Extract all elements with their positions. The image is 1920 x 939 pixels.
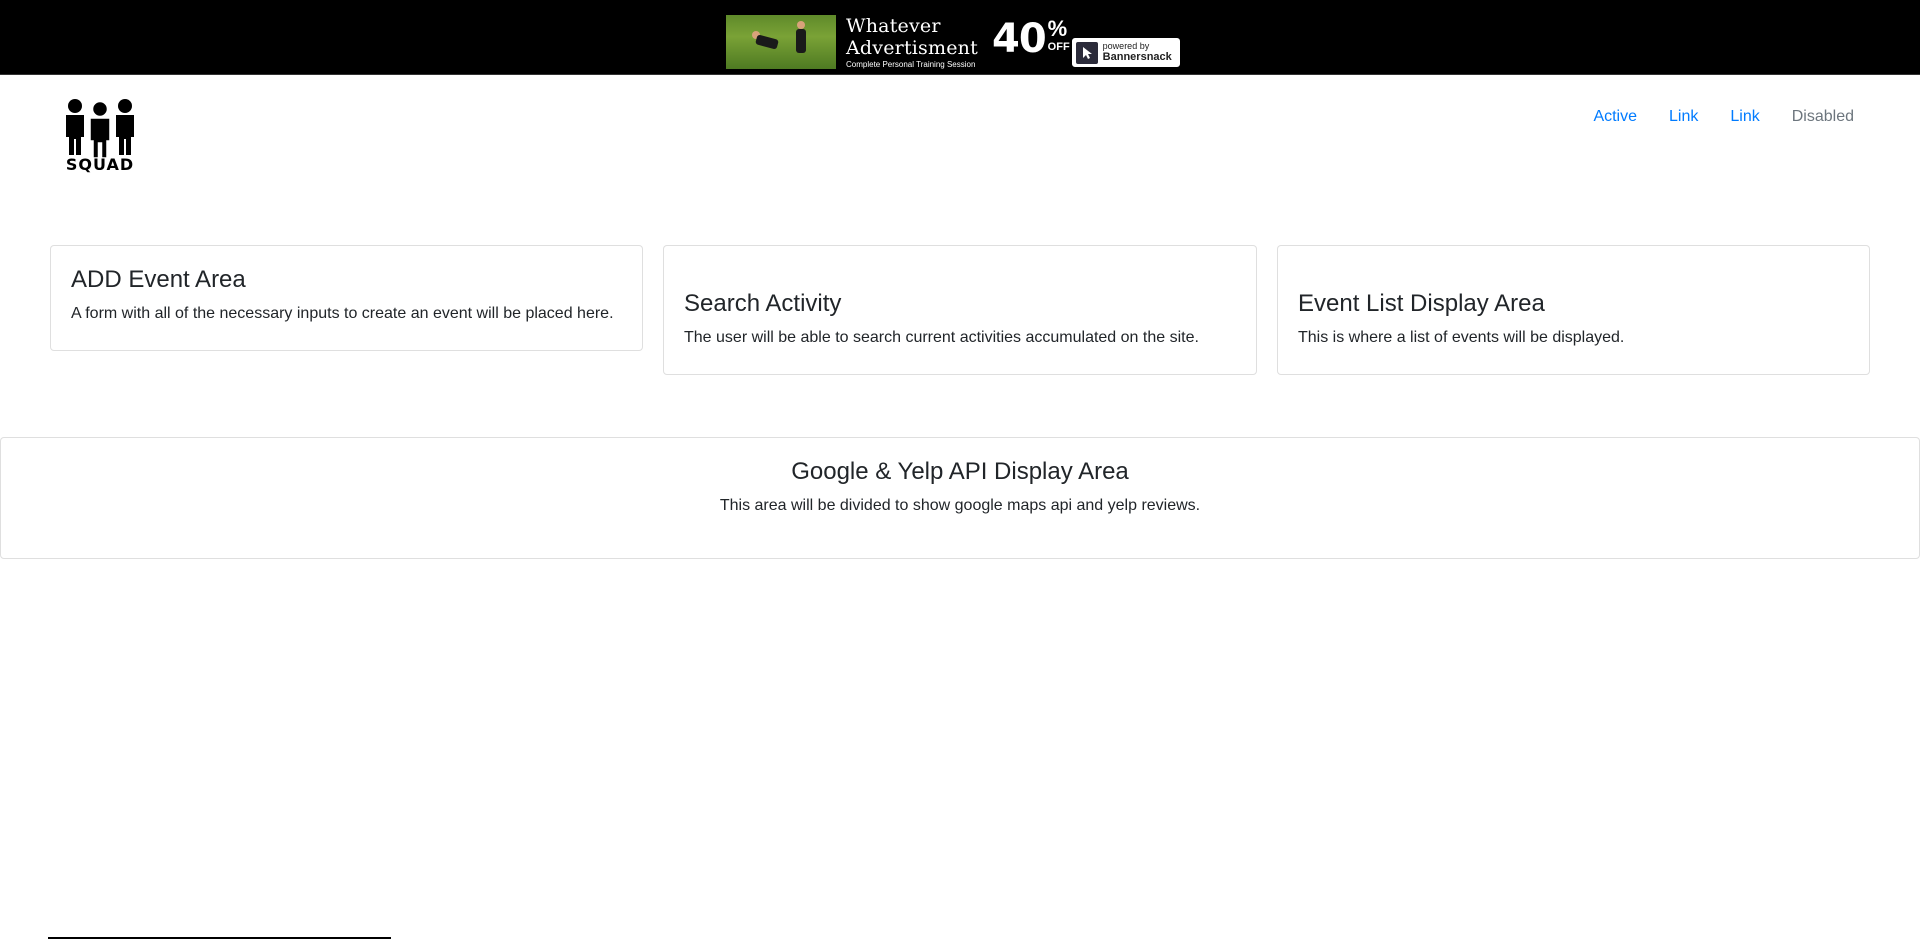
nav-links: Active Link Link Disabled — [1577, 105, 1870, 129]
card-title: Search Activity — [684, 290, 842, 317]
ad-text: Whatever Advertisment Complete Personal … — [846, 15, 986, 70]
ad-title-line1: Whatever — [846, 15, 941, 37]
brand-logo-text: SQUAD — [65, 155, 135, 174]
search-activity-card: Search Activity The user will be able to… — [663, 245, 1257, 375]
ad-discount-number: 40 — [992, 16, 1047, 62]
ad-photo — [726, 15, 836, 69]
bannersnack-badge[interactable]: powered by Bannersnack — [1071, 38, 1180, 67]
card-text: This is where a list of events will be d… — [1298, 329, 1625, 346]
card-title: Google & Yelp API Display Area — [791, 458, 1129, 485]
bannersnack-label: Bannersnack — [1102, 51, 1172, 63]
ad-title-line2: Advertisment — [846, 37, 978, 59]
nav-link-1[interactable]: Link — [1653, 105, 1714, 129]
card-title: ADD Event Area — [71, 266, 246, 293]
navbar: SQUAD Active Link Link Disabled — [0, 75, 1920, 185]
ad-discount-percent: % — [1047, 16, 1068, 41]
ad-discount: 40 % OFF — [992, 16, 1070, 62]
ad-banner[interactable]: Whatever Advertisment Complete Personal … — [0, 0, 1920, 75]
card-text: The user will be able to search current … — [684, 329, 1199, 346]
card-title: Event List Display Area — [1298, 290, 1545, 317]
add-event-card: ADD Event Area A form with all of the ne… — [50, 245, 643, 351]
three-people-icon — [66, 99, 134, 159]
api-display-card: Google & Yelp API Display Area This area… — [0, 437, 1920, 559]
ad-content[interactable]: Whatever Advertisment Complete Personal … — [726, 15, 1188, 71]
ad-subtitle: Complete Personal Training Session — [846, 60, 976, 69]
event-list-card: Event List Display Area This is where a … — [1277, 245, 1870, 375]
nav-link-disabled: Disabled — [1791, 108, 1854, 125]
ad-discount-off: OFF — [1047, 41, 1070, 53]
nav-link-2[interactable]: Link — [1714, 105, 1775, 129]
powered-by-label: powered by — [1102, 41, 1150, 51]
card-text: A form with all of the necessary inputs … — [71, 305, 614, 322]
cursor-icon — [1075, 41, 1098, 64]
brand-logo[interactable]: SQUAD — [60, 98, 140, 176]
nav-link-active[interactable]: Active — [1577, 105, 1653, 129]
card-text: This area will be divided to show google… — [719, 497, 1201, 514]
